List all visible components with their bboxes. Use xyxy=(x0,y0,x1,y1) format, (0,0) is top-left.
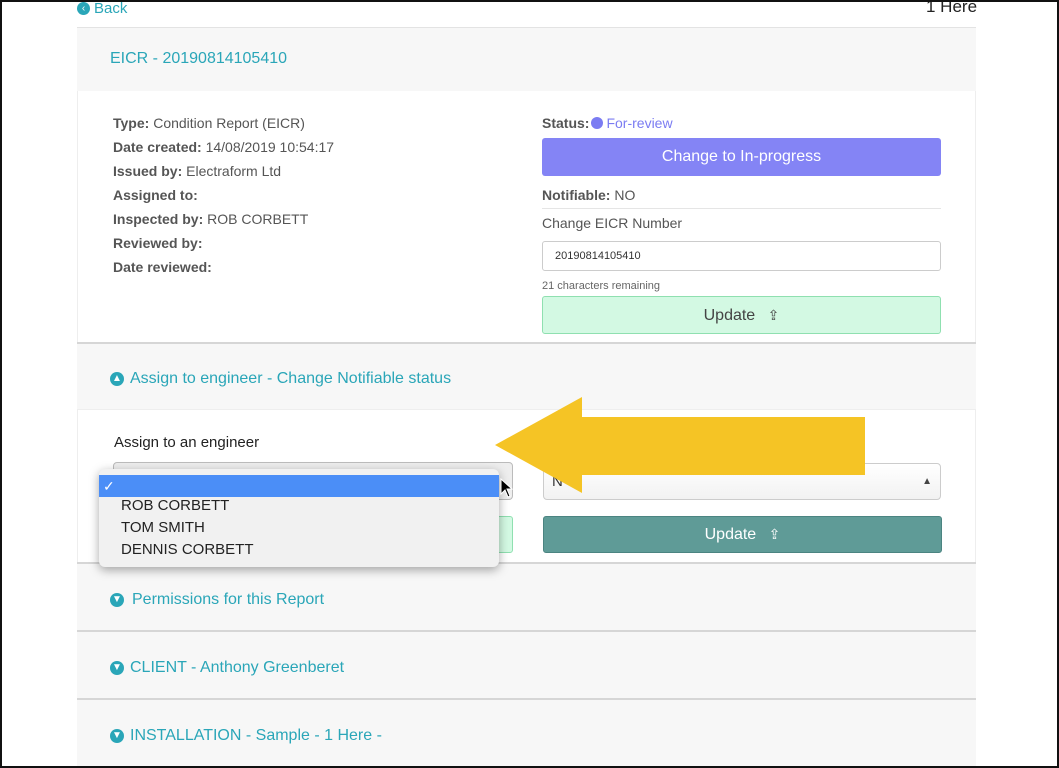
chevron-down-circle-icon: ▼ xyxy=(110,661,124,675)
installation-title: INSTALLATION - Sample - 1 Here - xyxy=(130,727,382,744)
divider xyxy=(542,208,941,209)
client-section[interactable]: ▼ CLIENT - Anthony Greenberet xyxy=(77,632,976,698)
detail-date-created: Date created: 14/08/2019 10:54:17 xyxy=(113,139,335,155)
report-details: Type: Condition Report (EICR) Date creat… xyxy=(77,91,976,343)
status-dot-icon xyxy=(591,117,604,129)
detail-date-reviewed: Date reviewed: xyxy=(113,259,212,275)
notifiable-update-button[interactable]: Update ⇪ xyxy=(543,516,942,553)
assign-section-title: Assign to engineer - Change Notifiable s… xyxy=(130,370,452,387)
permissions-title: Permissions for this Report xyxy=(132,591,325,608)
dropdown-option-empty-selected[interactable]: ✓ xyxy=(99,475,499,497)
detail-reviewed-by: Reviewed by: xyxy=(113,235,203,251)
back-link[interactable]: ‹ Back xyxy=(77,0,127,17)
notifiable-row: Notifiable: NO xyxy=(542,187,636,203)
detail-inspected-by: Inspected by: ROB CORBETT xyxy=(113,211,309,227)
assign-engineer-label: Assign to an engineer xyxy=(114,434,260,451)
chevron-left-circle-icon: ‹ xyxy=(77,2,90,15)
permissions-section[interactable]: ▼ Permissions for this Report xyxy=(77,564,976,630)
chevron-down-circle-icon: ▼ xyxy=(110,729,124,743)
report-title[interactable]: EICR - 20190814105410 xyxy=(110,50,287,68)
change-eicr-number-label: Change EICR Number xyxy=(542,215,683,231)
annotation-arrow-icon xyxy=(495,397,865,493)
dropdown-option[interactable]: ROB CORBETT xyxy=(121,497,229,514)
detail-assigned-to: Assigned to: xyxy=(113,187,198,203)
status-row: Status: For-review xyxy=(542,115,673,131)
engineer-dropdown-list: ✓ ROB CORBETT TOM SMITH DENNIS CORBETT xyxy=(99,469,499,567)
dropdown-option[interactable]: DENNIS CORBETT xyxy=(121,541,254,558)
detail-type: Type: Condition Report (EICR) xyxy=(113,115,305,131)
characters-remaining: 21 characters remaining xyxy=(542,280,661,292)
upload-arrow-icon: ⇪ xyxy=(768,526,781,542)
upload-arrow-icon: ⇪ xyxy=(767,307,780,323)
mouse-cursor-icon xyxy=(500,478,514,498)
select-arrows-icon: ▲ xyxy=(922,476,932,487)
status-value: For-review xyxy=(606,115,673,131)
client-title: CLIENT - Anthony Greenberet xyxy=(130,659,345,676)
back-label: Back xyxy=(94,0,128,17)
eicr-number-input[interactable]: 20190814105410 xyxy=(542,241,941,271)
header-text: 1 Here xyxy=(926,0,978,16)
report-header: EICR - 20190814105410 xyxy=(77,27,976,91)
chevron-down-circle-icon: ▼ xyxy=(110,593,124,607)
update-eicr-number-button[interactable]: Update ⇪ xyxy=(542,296,941,334)
change-to-in-progress-button[interactable]: Change to In-progress xyxy=(542,138,941,176)
dropdown-option[interactable]: TOM SMITH xyxy=(121,519,205,536)
detail-issued-by: Issued by: Electraform Ltd xyxy=(113,163,282,179)
installation-section[interactable]: ▼ INSTALLATION - Sample - 1 Here - xyxy=(77,700,976,766)
checkmark-icon: ✓ xyxy=(103,478,115,494)
chevron-up-circle-icon: ▲ xyxy=(110,372,124,386)
